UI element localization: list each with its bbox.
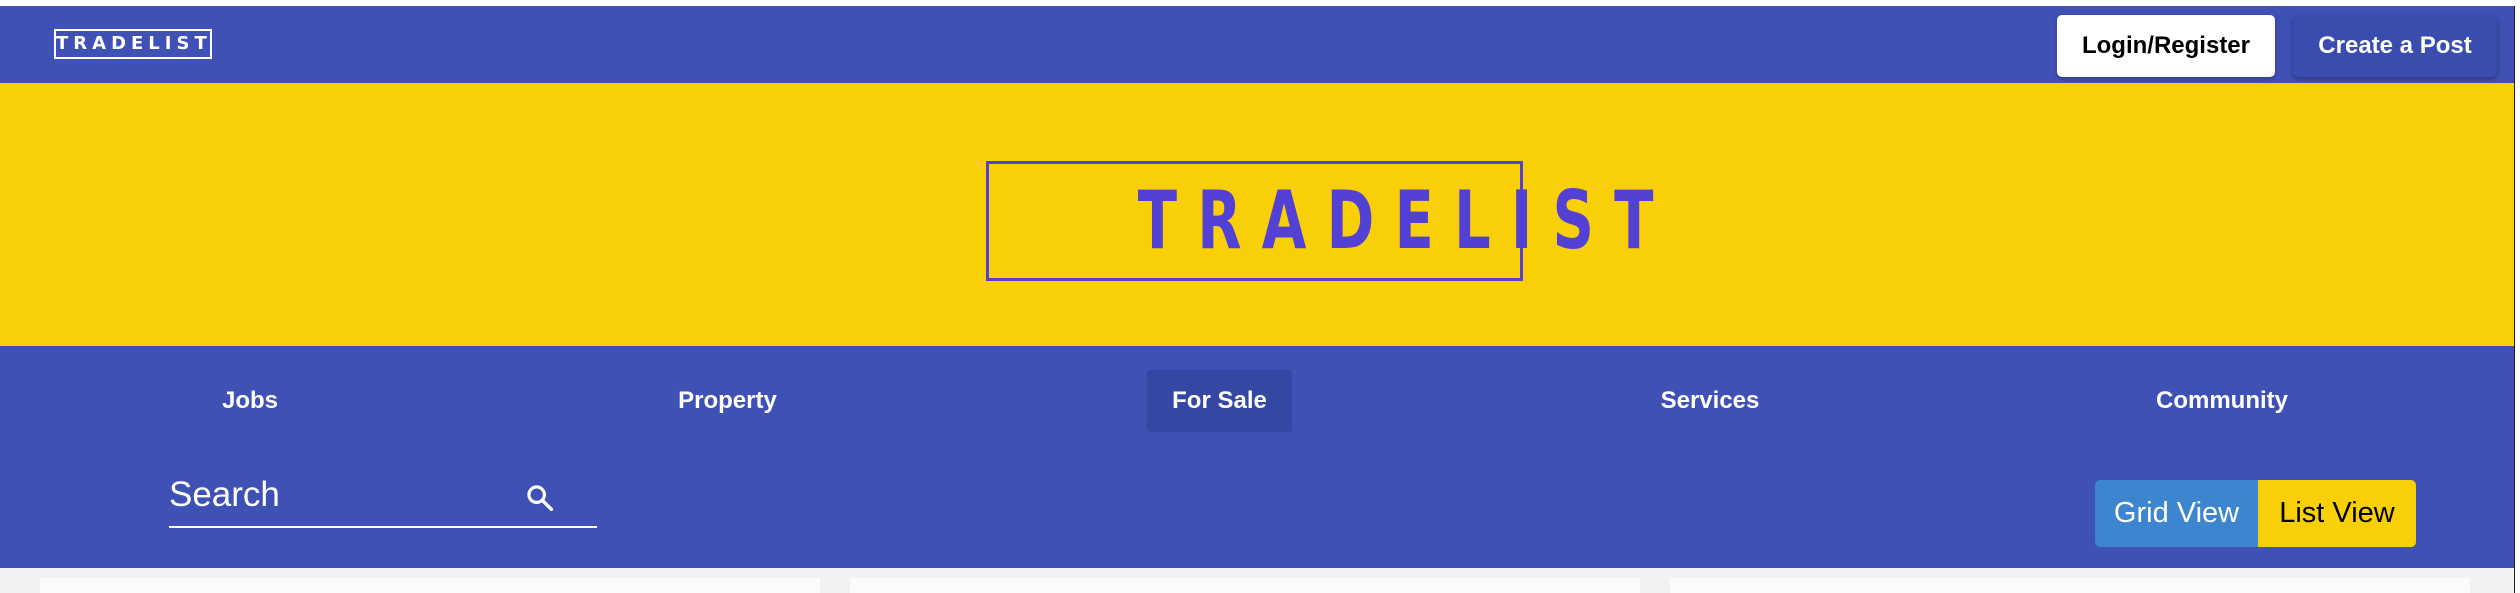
listing-card: [1670, 578, 2470, 593]
listing-card: [850, 578, 1640, 593]
hero-logo: TRADELIST: [986, 161, 1653, 281]
nav-item-for-sale[interactable]: For Sale: [1147, 370, 1292, 432]
page: TRADELIST Login/Register Create a Post T…: [0, 0, 2520, 593]
hero-banner: TRADELIST: [0, 83, 2514, 346]
nav-item-services[interactable]: Services: [1642, 370, 1778, 432]
window-right-edge: [2514, 6, 2520, 593]
content-area: [0, 568, 2514, 593]
login-register-button[interactable]: Login/Register: [2057, 15, 2275, 77]
header-logo[interactable]: TRADELIST: [54, 29, 212, 59]
view-toggle: Grid View List View: [2095, 480, 2416, 547]
search-input[interactable]: [169, 466, 509, 524]
create-post-button[interactable]: Create a Post: [2293, 15, 2497, 77]
search-icon[interactable]: [524, 482, 556, 514]
hero-logo-text: TRADELIST: [1137, 174, 1674, 267]
top-app-bar: TRADELIST Login/Register Create a Post: [0, 6, 2514, 83]
nav-item-community[interactable]: Community: [2140, 370, 2304, 432]
search-field: [169, 466, 597, 528]
nav-item-property[interactable]: Property: [660, 370, 795, 432]
list-view-button[interactable]: List View: [2258, 480, 2416, 547]
listing-card: [40, 578, 820, 593]
category-nav: Jobs Property For Sale Services Communit…: [0, 346, 2514, 568]
nav-item-jobs[interactable]: Jobs: [200, 370, 300, 432]
grid-view-button[interactable]: Grid View: [2095, 480, 2258, 547]
